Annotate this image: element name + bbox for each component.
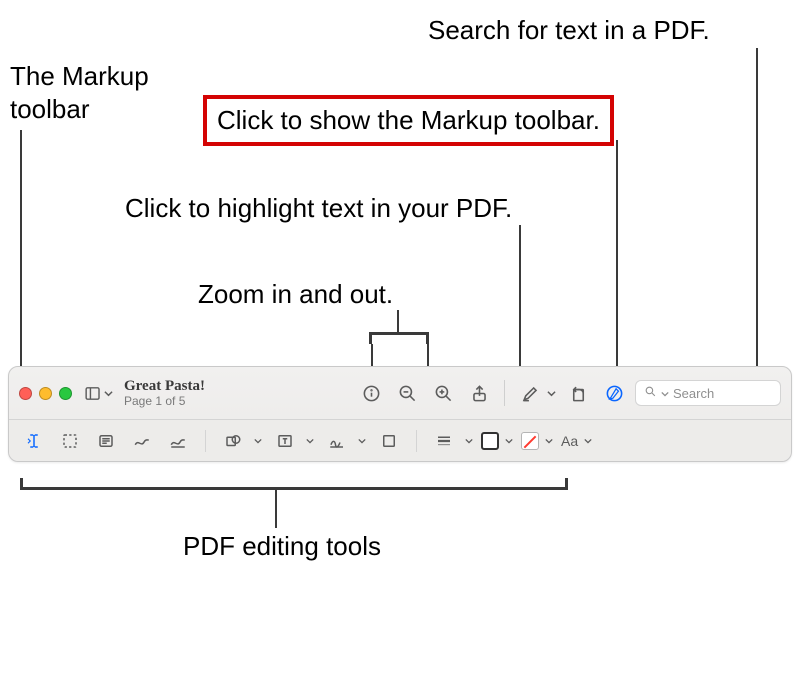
chevron-down-icon[interactable] [252, 437, 264, 445]
close-window-button[interactable] [19, 387, 32, 400]
zoom-caption: Zoom in and out. [198, 278, 393, 311]
share-button[interactable] [464, 379, 494, 407]
chevron-down-icon[interactable] [356, 437, 368, 445]
leader-line [616, 140, 618, 378]
sidebar-toggle-button[interactable] [84, 379, 114, 407]
shapes-tool[interactable] [218, 427, 248, 455]
draw-tool[interactable] [163, 427, 193, 455]
search-placeholder: Search [673, 386, 714, 401]
bracket [20, 478, 568, 490]
search-input[interactable]: Search [635, 380, 781, 406]
highlight-button[interactable] [515, 379, 545, 407]
chevron-down-icon[interactable] [503, 437, 515, 445]
bracket [369, 332, 429, 344]
document-title-block: Great Pasta! Page 1 of 5 [124, 379, 205, 407]
search-caption: Search for text in a PDF. [428, 14, 710, 47]
font-style-tool[interactable]: Aa [561, 433, 578, 449]
markup-toolbar-caption: The Markup toolbar [10, 60, 149, 125]
rotate-button[interactable] [563, 379, 593, 407]
main-toolbar: Great Pasta! Page 1 of 5 [9, 367, 791, 419]
highlight-menu-chevron[interactable] [545, 389, 557, 398]
chevron-down-icon [661, 386, 669, 401]
highlight-caption: Click to highlight text in your PDF. [125, 192, 512, 225]
separator [205, 430, 206, 452]
rectangular-selection-tool[interactable] [55, 427, 85, 455]
chevron-down-icon[interactable] [543, 437, 555, 445]
fill-color-swatch[interactable] [521, 432, 539, 450]
border-color-swatch[interactable] [481, 432, 499, 450]
chevron-down-icon[interactable] [582, 437, 594, 445]
sketch-tool[interactable] [127, 427, 157, 455]
show-markup-toolbar-button[interactable] [599, 379, 629, 407]
page-indicator: Page 1 of 5 [124, 395, 205, 408]
markup-toolbar: Aa [9, 419, 791, 461]
text-box-tool[interactable] [270, 427, 300, 455]
info-button[interactable] [356, 379, 386, 407]
sign-tool[interactable] [322, 427, 352, 455]
separator [416, 430, 417, 452]
chevron-down-icon[interactable] [463, 437, 475, 445]
chevron-down-icon [103, 389, 114, 398]
document-title: Great Pasta! [124, 379, 205, 395]
line-style-tool[interactable] [429, 427, 459, 455]
note-tool[interactable] [374, 427, 404, 455]
leader-line [275, 490, 277, 528]
fullscreen-window-button[interactable] [59, 387, 72, 400]
leader-line [397, 310, 399, 332]
text-selection-tool[interactable] [19, 427, 49, 455]
window-controls [19, 387, 72, 400]
separator [504, 380, 505, 406]
leader-line [756, 48, 758, 376]
chevron-down-icon[interactable] [304, 437, 316, 445]
zoom-out-button[interactable] [392, 379, 422, 407]
zoom-in-button[interactable] [428, 379, 458, 407]
search-icon [644, 385, 657, 401]
preview-window: Great Pasta! Page 1 of 5 [8, 366, 792, 462]
editing-tools-caption: PDF editing tools [183, 530, 381, 563]
show-markup-caption: Click to show the Markup toolbar. [203, 95, 614, 146]
redact-tool[interactable] [91, 427, 121, 455]
leader-line [519, 225, 521, 378]
minimize-window-button[interactable] [39, 387, 52, 400]
